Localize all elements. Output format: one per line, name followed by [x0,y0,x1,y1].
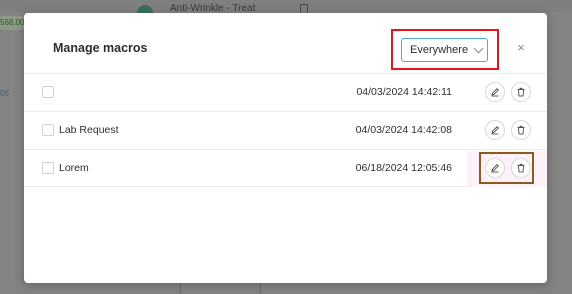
trash-icon [517,125,525,135]
manage-macros-modal: Manage macros Everywhere × 04/03/2024 14… [24,13,547,283]
macro-name: Lab Request [59,124,119,136]
macro-date: 04/03/2024 14:42:08 [355,124,452,136]
trash-icon [517,87,525,97]
edit-button[interactable] [485,120,505,140]
row-checkbox[interactable] [42,162,54,174]
background-divider [260,282,261,294]
macro-name: Lorem [59,162,89,174]
actions-highlight [479,152,534,184]
row-checkbox[interactable] [42,86,54,98]
edit-button[interactable] [485,82,505,102]
macro-row: Lorem 06/18/2024 12:05:46 [24,149,547,187]
modal-title: Manage macros [53,41,148,55]
macro-list: 04/03/2024 14:42:11 Lab Request 04/03/20… [24,73,547,187]
background-link: 06 [0,89,9,98]
delete-button[interactable] [511,82,531,102]
scope-select-highlight [391,29,499,70]
pencil-icon [491,88,499,97]
row-checkbox[interactable] [42,124,54,136]
macro-row: 04/03/2024 14:42:11 [24,73,547,111]
background-divider [180,282,181,294]
background-price-chip: 568.00 [0,16,24,30]
macro-date: 04/03/2024 14:42:11 [356,86,452,98]
macro-date: 06/18/2024 12:05:46 [355,162,452,174]
background-header [0,0,572,12]
pencil-icon [491,126,499,135]
delete-button[interactable] [511,120,531,140]
macro-row: Lab Request 04/03/2024 14:42:08 [24,111,547,149]
close-icon[interactable]: × [516,41,526,54]
